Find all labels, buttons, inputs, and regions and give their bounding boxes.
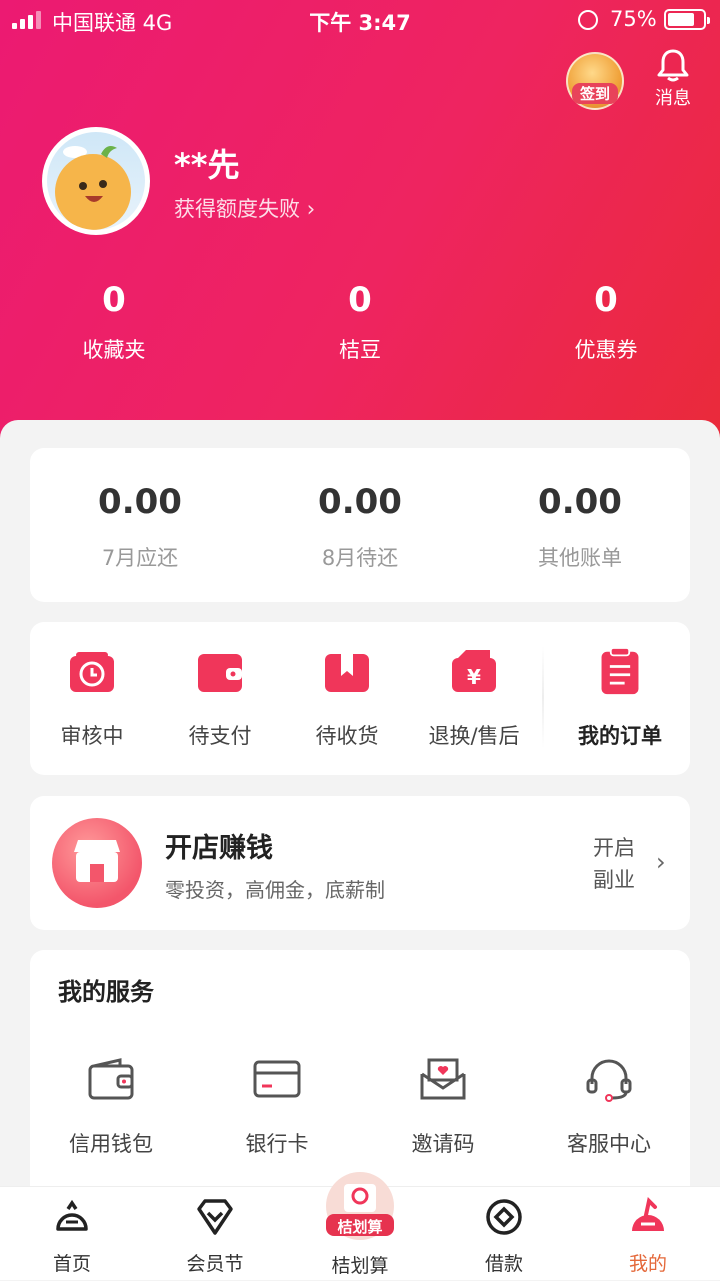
promo-badge-label: 桔划算 bbox=[337, 1218, 383, 1236]
signin-label: 签到 bbox=[572, 83, 618, 104]
stat-value: 0 bbox=[348, 280, 372, 320]
tab-label: 首页 bbox=[52, 1253, 91, 1275]
divider bbox=[542, 646, 544, 748]
signin-button[interactable]: 签到 bbox=[566, 52, 624, 110]
service-credit-wallet[interactable]: 信用钱包 bbox=[36, 1058, 186, 1158]
store-icon bbox=[52, 818, 142, 908]
credit-status-label: 获得额度失败 bbox=[174, 197, 300, 221]
service-customer-center[interactable]: 客服中心 bbox=[534, 1058, 684, 1158]
tab-member-festival[interactable]: 会员节 bbox=[160, 1187, 270, 1281]
services-title: 我的服务 bbox=[58, 978, 154, 1006]
battery-percent: 75% bbox=[610, 7, 657, 31]
order-label: 待收货 bbox=[315, 724, 379, 748]
stat-label: 优惠券 bbox=[574, 338, 638, 362]
service-label: 客服中心 bbox=[567, 1132, 651, 1156]
wallet-outline-icon bbox=[88, 1058, 134, 1100]
bill-other[interactable]: 0.00 其他账单 bbox=[470, 448, 690, 572]
rotation-lock-icon bbox=[578, 10, 598, 30]
svg-text:¥: ¥ bbox=[467, 665, 481, 689]
tab-label-active: 我的 bbox=[628, 1253, 667, 1275]
bill-label: 其他账单 bbox=[538, 546, 622, 570]
stat-favorites[interactable]: 0 收藏夹 bbox=[34, 280, 194, 364]
service-label: 信用钱包 bbox=[69, 1132, 153, 1156]
order-label: 审核中 bbox=[60, 724, 124, 748]
member-heart-icon bbox=[197, 1199, 233, 1235]
bill-label: 8月待还 bbox=[321, 546, 399, 570]
orange-mascot-icon bbox=[55, 146, 131, 230]
tab-label: 桔划算 bbox=[331, 1255, 389, 1277]
user-name: **先 bbox=[174, 146, 240, 184]
open-shop-card[interactable]: 开店赚钱 零投资，高佣金，底薪制 开启副业 › bbox=[30, 796, 690, 930]
order-unpaid[interactable]: 待支付 bbox=[160, 648, 280, 750]
loan-coin-icon bbox=[486, 1199, 522, 1235]
service-label: 银行卡 bbox=[245, 1132, 309, 1156]
promo-badge-icon[interactable]: 桔划算 bbox=[320, 1168, 400, 1248]
stat-beans[interactable]: 0 桔豆 bbox=[280, 280, 440, 364]
messages-label: 消息 bbox=[655, 88, 691, 109]
tab-me[interactable]: 我的 bbox=[593, 1187, 703, 1281]
avatar[interactable] bbox=[42, 127, 150, 235]
messages-button[interactable]: 消息 bbox=[646, 48, 700, 110]
bills-card: 0.00 7月应还 0.00 8月待还 0.00 其他账单 bbox=[30, 448, 690, 602]
stat-label: 收藏夹 bbox=[82, 338, 146, 362]
package-icon bbox=[325, 654, 369, 692]
bell-icon bbox=[657, 49, 689, 82]
wallet-icon bbox=[198, 654, 242, 692]
bill-value: 0.00 bbox=[538, 482, 622, 522]
shop-action-line1: 开启 bbox=[593, 836, 635, 860]
shop-title: 开店赚钱 bbox=[165, 833, 273, 864]
service-invite-code[interactable]: 邀请码 bbox=[368, 1058, 518, 1158]
headset-icon bbox=[586, 1059, 632, 1102]
chevron-right-icon: › bbox=[306, 197, 316, 221]
stat-value: 0 bbox=[102, 280, 126, 320]
clock-icon bbox=[70, 652, 114, 692]
order-to-receive[interactable]: 待收货 bbox=[287, 648, 407, 750]
invite-envelope-icon bbox=[420, 1058, 466, 1100]
service-label: 邀请码 bbox=[411, 1132, 475, 1156]
chevron-right-icon: › bbox=[656, 848, 666, 876]
bank-card-icon bbox=[253, 1060, 301, 1098]
bill-label: 7月应还 bbox=[101, 546, 179, 570]
my-orders-label: 我的订单 bbox=[578, 724, 662, 748]
stat-label: 桔豆 bbox=[339, 338, 381, 362]
bill-value: 0.00 bbox=[98, 482, 182, 522]
tab-loan[interactable]: 借款 bbox=[449, 1187, 559, 1281]
my-orders[interactable]: 我的订单 bbox=[560, 647, 680, 750]
stat-value: 0 bbox=[594, 280, 618, 320]
bill-value: 0.00 bbox=[318, 482, 402, 522]
orders-card: 审核中 待支付 待收货 ¥ 退换/售后 我的订单 bbox=[30, 622, 690, 775]
tab-home[interactable]: 首页 bbox=[17, 1187, 127, 1281]
battery-icon bbox=[664, 9, 710, 30]
bill-july[interactable]: 0.00 7月应还 bbox=[30, 448, 250, 572]
home-bell-icon bbox=[56, 1199, 88, 1231]
yen-refund-icon: ¥ bbox=[452, 650, 496, 692]
status-bar: 中国联通 4G 下午 3:47 75% bbox=[0, 0, 720, 40]
stat-coupons[interactable]: 0 优惠券 bbox=[526, 280, 686, 364]
clipboard-icon bbox=[601, 647, 639, 695]
order-label: 退换/售后 bbox=[428, 724, 520, 748]
tab-label: 借款 bbox=[484, 1253, 523, 1275]
order-refund[interactable]: ¥ 退换/售后 bbox=[414, 648, 534, 750]
order-label: 待支付 bbox=[188, 724, 252, 748]
me-icon bbox=[632, 1197, 664, 1231]
bill-august[interactable]: 0.00 8月待还 bbox=[250, 448, 470, 572]
service-bank-card[interactable]: 银行卡 bbox=[202, 1058, 352, 1158]
credit-status-link[interactable]: 获得额度失败 › bbox=[174, 193, 315, 223]
shop-action[interactable]: 开启 副业 bbox=[593, 832, 643, 896]
order-reviewing[interactable]: 审核中 bbox=[32, 648, 152, 750]
profile-header: 中国联通 4G 下午 3:47 75% 签到 消息 **先 获得额度失败 › 0… bbox=[0, 0, 720, 440]
shop-action-line2: 副业 bbox=[593, 868, 635, 892]
shop-subtitle: 零投资，高佣金，底薪制 bbox=[165, 878, 385, 902]
tab-label: 会员节 bbox=[186, 1253, 244, 1275]
